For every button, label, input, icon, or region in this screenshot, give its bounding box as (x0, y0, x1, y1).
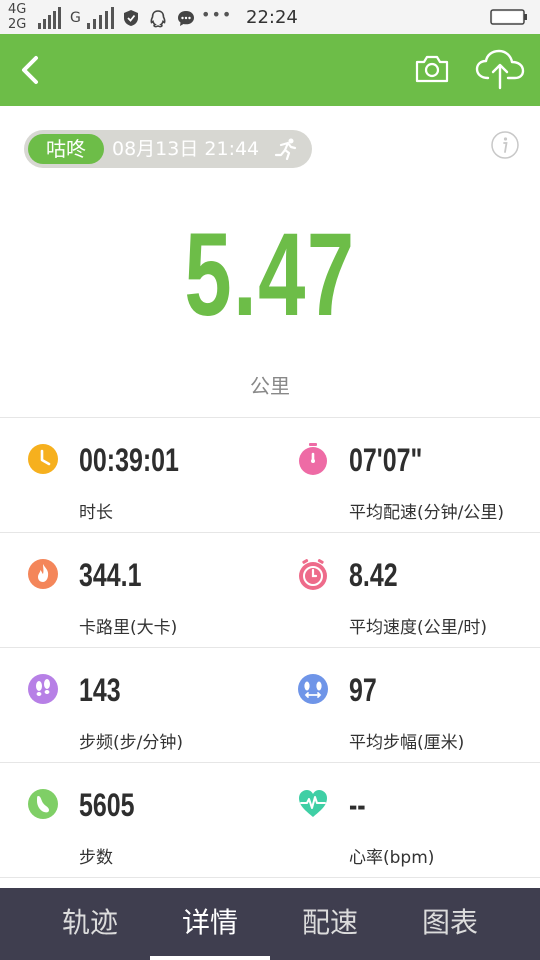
stats-grid: 00:39:01 时长 07'07" 平均配速(分钟/公里) 344.1 卡路里… (0, 417, 540, 877)
activity-source-pill: 咕咚 08月13日 21:44 (24, 130, 312, 168)
tab-pace[interactable]: 配速 (270, 888, 390, 960)
stat-avg-stride: 97 平均步幅(厘米) (270, 648, 540, 762)
stat-avg-speed: 8.42 平均速度(公里/时) (270, 533, 540, 647)
bottom-tab-bar: 轨迹 详情 配速 图表 (0, 888, 540, 960)
signal-icon (87, 7, 114, 29)
stats-row: 344.1 卡路里(大卡) 8.42 平均速度(公里/时) (0, 532, 540, 647)
stat-heart-rate: -- 心率(bpm) (270, 763, 540, 877)
signal-icon (38, 7, 61, 29)
top-app-bar (0, 34, 540, 106)
network-2g-label: 2G (8, 17, 27, 32)
cloud-upload-icon[interactable] (474, 48, 526, 90)
stats-row: 00:39:01 时长 07'07" 平均配速(分钟/公里) (0, 417, 540, 532)
active-tab-indicator (150, 956, 270, 960)
distance-unit: 公里 (250, 374, 290, 398)
network-type: 4G 2G (8, 2, 26, 32)
stat-value: 00:39:01 (79, 442, 179, 478)
stat-value: -- (349, 787, 366, 823)
activity-datetime: 08月13日 21:44 (112, 138, 260, 160)
stat-label: 步频(步/分钟) (79, 733, 183, 753)
chat-icon (178, 11, 194, 26)
network-g-label: G (70, 10, 81, 26)
clock-icon (28, 444, 58, 474)
tab-charts[interactable]: 图表 (390, 888, 510, 960)
status-bar: 4G 2G G ••• 22:24 (0, 0, 540, 34)
stats-row: 5605 步数 -- 心率(bpm) (0, 762, 540, 877)
stopwatch-icon (299, 443, 327, 475)
stat-value: 97 (349, 672, 377, 708)
divider (0, 877, 540, 878)
stats-row: 143 步频(步/分钟) 97 平均步幅(厘米) (0, 647, 540, 762)
flame-icon (28, 559, 58, 589)
network-4g-label: 4G (8, 2, 27, 17)
stat-value: 143 (79, 672, 121, 708)
chevron-left-icon[interactable] (14, 52, 50, 88)
shield-icon (124, 10, 138, 26)
stat-label: 时长 (79, 503, 113, 523)
camera-icon[interactable] (414, 54, 450, 84)
running-man-icon (274, 138, 297, 160)
stat-label: 卡路里(大卡) (79, 618, 178, 638)
stopwatch-icon (299, 558, 327, 590)
stat-label: 平均速度(公里/时) (349, 618, 487, 638)
tab-track[interactable]: 轨迹 (30, 888, 150, 960)
footprints-icon (28, 674, 58, 704)
more-notifications-icon: ••• (201, 5, 233, 24)
stat-label: 平均配速(分钟/公里) (349, 503, 504, 523)
stat-cadence: 143 步频(步/分钟) (0, 648, 270, 762)
stat-value: 5605 (79, 787, 135, 823)
heartbeat-icon (299, 790, 327, 817)
battery-icon (490, 9, 527, 25)
stat-duration: 00:39:01 时长 (0, 418, 270, 532)
stat-value: 8.42 (349, 557, 398, 593)
qq-icon (150, 10, 166, 28)
stat-label: 步数 (79, 848, 113, 868)
distance-value: 5.47 (184, 209, 356, 341)
stat-avg-pace: 07'07" 平均配速(分钟/公里) (270, 418, 540, 532)
info-icon[interactable] (491, 131, 519, 159)
shoe-icon (28, 789, 58, 819)
stat-steps: 5605 步数 (0, 763, 270, 877)
stat-label: 平均步幅(厘米) (349, 733, 465, 753)
app-name-badge: 咕咚 (28, 134, 104, 164)
stat-calories: 344.1 卡路里(大卡) (0, 533, 270, 647)
stat-label: 心率(bpm) (349, 848, 435, 868)
stat-value: 07'07" (349, 442, 423, 478)
clock-time: 22:24 (246, 7, 298, 28)
stride-icon (298, 674, 328, 704)
stat-value: 344.1 (79, 557, 142, 593)
tab-details[interactable]: 详情 (150, 888, 270, 960)
